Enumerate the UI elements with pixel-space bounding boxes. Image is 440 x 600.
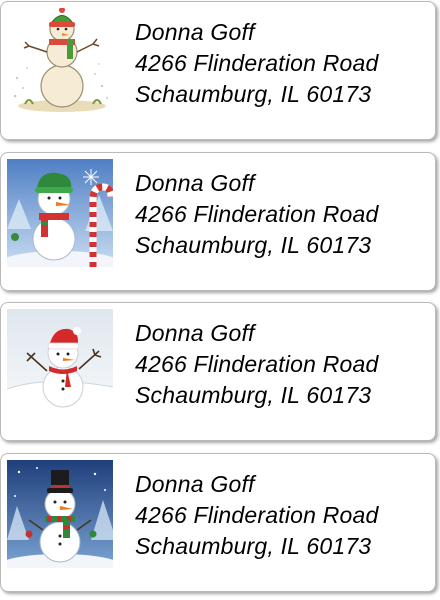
city-state-zip: Schaumburg, IL 60173 [135, 232, 372, 258]
address-label-2: Donna Goff 4266 Flinderation Road Schaum… [0, 152, 436, 291]
recipient-name: Donna Goff [135, 471, 255, 497]
address-block: Donna Goff 4266 Flinderation Road Schaum… [135, 318, 379, 411]
street-address: 4266 Flinderation Road [135, 201, 379, 227]
recipient-name: Donna Goff [135, 320, 255, 346]
snowman-candy-cane-icon [7, 159, 113, 267]
city-state-zip: Schaumburg, IL 60173 [135, 533, 372, 559]
address-label-4: Donna Goff 4266 Flinderation Road Schaum… [0, 453, 436, 592]
city-state-zip: Schaumburg, IL 60173 [135, 382, 372, 408]
city-state-zip: Schaumburg, IL 60173 [135, 81, 372, 107]
address-block: Donna Goff 4266 Flinderation Road Schaum… [135, 168, 379, 261]
street-address: 4266 Flinderation Road [135, 50, 379, 76]
address-label-3: Donna Goff 4266 Flinderation Road Schaum… [0, 302, 436, 441]
recipient-name: Donna Goff [135, 170, 255, 196]
snowman-top-hat-icon [7, 460, 113, 568]
snowman-green-hat-icon [7, 8, 113, 116]
street-address: 4266 Flinderation Road [135, 502, 379, 528]
address-label-1: Donna Goff 4266 Flinderation Road Schaum… [0, 1, 436, 140]
recipient-name: Donna Goff [135, 19, 255, 45]
street-address: 4266 Flinderation Road [135, 351, 379, 377]
address-block: Donna Goff 4266 Flinderation Road Schaum… [135, 17, 379, 110]
snowman-red-hat-icon [7, 309, 113, 417]
address-block: Donna Goff 4266 Flinderation Road Schaum… [135, 469, 379, 562]
